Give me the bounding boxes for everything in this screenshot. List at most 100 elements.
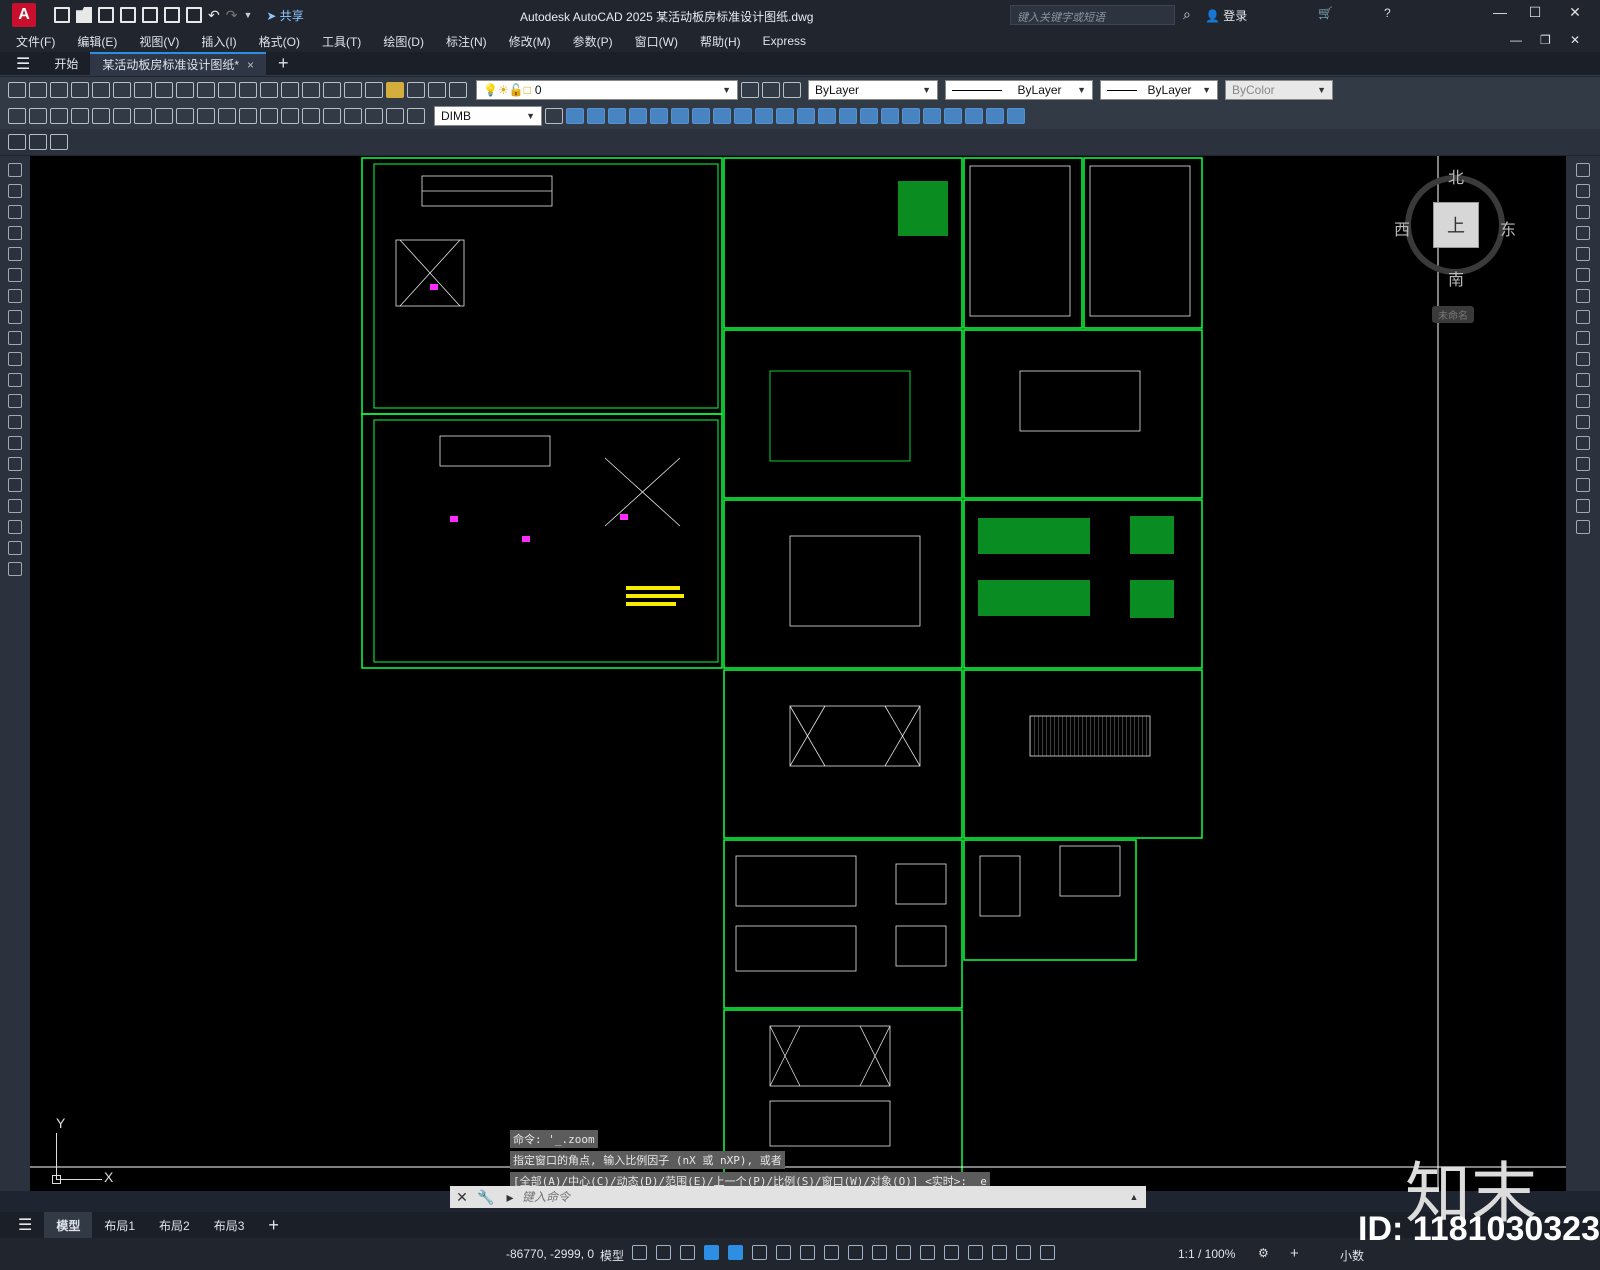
chamfer-icon[interactable] (1576, 457, 1590, 471)
compass-north[interactable]: 北 (1448, 164, 1464, 188)
cut-icon[interactable] (134, 82, 152, 98)
block-edit-icon[interactable] (986, 108, 1004, 124)
jogged-linear-icon[interactable] (344, 108, 362, 124)
close-window-button[interactable]: ✕ (1560, 4, 1590, 21)
stretch-icon[interactable] (1576, 331, 1590, 345)
layer-walk-icon[interactable] (783, 82, 801, 98)
tab-drawing[interactable]: 某活动板房标准设计图纸* × (90, 51, 267, 76)
menu-express[interactable]: Express (763, 34, 806, 48)
quick-dim-icon[interactable] (176, 108, 194, 124)
maximize-button[interactable]: ☐ (1520, 4, 1550, 21)
modify-copy-icon[interactable] (566, 108, 584, 124)
circle-icon[interactable] (8, 289, 22, 303)
add-layout-button[interactable]: + (256, 1212, 291, 1238)
command-scroll-up-icon[interactable]: ▲ (1122, 1192, 1146, 1202)
ortho-icon[interactable] (728, 1245, 743, 1260)
viewcube-top-face[interactable]: 上 (1433, 202, 1479, 248)
annotation-monitor-icon[interactable]: + (1290, 1245, 1299, 1262)
isodraft-icon[interactable] (776, 1245, 791, 1260)
move-icon[interactable] (1576, 268, 1590, 282)
doc-restore-button[interactable]: ❐ (1540, 33, 1551, 47)
3d-osnap-icon[interactable] (920, 1245, 935, 1260)
menu-view[interactable]: 视图(V) (139, 33, 179, 50)
markup-icon[interactable] (386, 82, 404, 98)
drawing-canvas[interactable]: 上 北 南 西 东 未命名 (30, 156, 1566, 1191)
qnew-icon[interactable] (8, 82, 26, 98)
customize-dropdown-icon[interactable]: ▼ (243, 10, 252, 20)
modify-chamfer-icon[interactable] (818, 108, 836, 124)
construction-line-icon[interactable] (8, 184, 22, 198)
compass-east[interactable]: 东 (1500, 216, 1516, 240)
dim-edit-icon[interactable] (365, 108, 383, 124)
design-center-icon[interactable] (344, 82, 362, 98)
modify-stretch-icon[interactable] (713, 108, 731, 124)
plot-icon[interactable] (164, 7, 180, 23)
block-create-icon[interactable] (965, 108, 983, 124)
offset-icon[interactable] (1576, 226, 1590, 240)
ellipse-icon[interactable] (8, 352, 22, 366)
tab-layout2[interactable]: 布局2 (147, 1212, 202, 1238)
aligned-dim-icon[interactable] (29, 108, 47, 124)
modify-array-icon[interactable] (629, 108, 647, 124)
region-icon[interactable] (8, 499, 22, 513)
linetype-dropdown[interactable]: ByLayer ▼ (945, 80, 1093, 100)
coordinate-readout[interactable]: -86770, -2999, 0 (506, 1247, 594, 1261)
model-space-toggle[interactable]: 模型 (600, 1247, 624, 1264)
object-snap-tracking-icon[interactable] (800, 1245, 815, 1260)
baseline-dim-icon[interactable] (197, 108, 215, 124)
modify-rotate-icon[interactable] (671, 108, 689, 124)
close-command-line-icon[interactable]: ✕ (450, 1189, 474, 1206)
menu-format[interactable]: 格式(O) (259, 33, 300, 50)
menu-edit[interactable]: 编辑(E) (77, 33, 117, 50)
make-layer-current-icon[interactable] (741, 82, 759, 98)
radius-dim-icon[interactable] (92, 108, 110, 124)
draworder-icon[interactable] (881, 108, 899, 124)
login-button[interactable]: 👤 登录 (1205, 7, 1247, 24)
customize-command-icon[interactable]: 🔧 (474, 1189, 498, 1206)
erase-icon[interactable] (1576, 163, 1590, 177)
block-insert-icon[interactable] (944, 108, 962, 124)
annotation-scale[interactable]: 1:1 / 100% (1178, 1247, 1235, 1261)
layout-icon[interactable] (8, 134, 26, 150)
polygon-icon[interactable] (8, 226, 22, 240)
pan-icon[interactable] (260, 82, 278, 98)
add-selected-icon[interactable] (8, 562, 22, 576)
xref-icon[interactable] (1007, 108, 1025, 124)
menu-dimension[interactable]: 标注(N) (446, 33, 487, 50)
tab-layout1[interactable]: 布局1 (92, 1212, 147, 1238)
autoscale-icon[interactable] (1040, 1245, 1055, 1260)
new-file-icon[interactable] (54, 7, 70, 23)
dim-update-icon[interactable] (407, 108, 425, 124)
search-input[interactable]: 键入关键字或短语 (1010, 5, 1175, 25)
object-snap-icon[interactable] (824, 1245, 839, 1260)
doc-close-button[interactable]: ✕ (1570, 33, 1580, 47)
modify-offset-icon[interactable] (608, 108, 626, 124)
menu-draw[interactable]: 绘图(D) (383, 33, 424, 50)
dynamic-input-icon[interactable] (704, 1245, 719, 1260)
open-folder-icon[interactable] (76, 7, 92, 23)
blend-icon[interactable] (1576, 499, 1590, 513)
page-setup-icon[interactable] (29, 134, 47, 150)
copy-object-icon[interactable] (1576, 184, 1590, 198)
group-icon[interactable] (902, 108, 920, 124)
modify-extend-icon[interactable] (755, 108, 773, 124)
selection-filter-icon[interactable] (968, 1245, 983, 1260)
infer-constraints-icon[interactable] (680, 1245, 695, 1260)
hamburger-menu-icon[interactable]: ☰ (16, 54, 30, 74)
continue-dim-icon[interactable] (218, 108, 236, 124)
tolerance-icon[interactable] (281, 108, 299, 124)
modify-mirror-icon[interactable] (587, 108, 605, 124)
help-toolbar-icon[interactable] (428, 82, 446, 98)
table-icon[interactable] (8, 520, 22, 534)
layout-menu-icon[interactable]: ☰ (18, 1215, 32, 1235)
compass-south[interactable]: 南 (1448, 266, 1464, 290)
dimstyle-manager-icon[interactable] (545, 108, 563, 124)
command-input[interactable] (522, 1187, 1122, 1207)
modify-explode-icon[interactable] (860, 108, 878, 124)
publish-icon[interactable] (142, 7, 158, 23)
annotation-visibility-icon[interactable] (1016, 1245, 1031, 1260)
paste-icon[interactable] (176, 82, 194, 98)
batch-plot-icon[interactable] (50, 134, 68, 150)
transparency-icon[interactable] (872, 1245, 887, 1260)
dim-text-edit-icon[interactable] (386, 108, 404, 124)
